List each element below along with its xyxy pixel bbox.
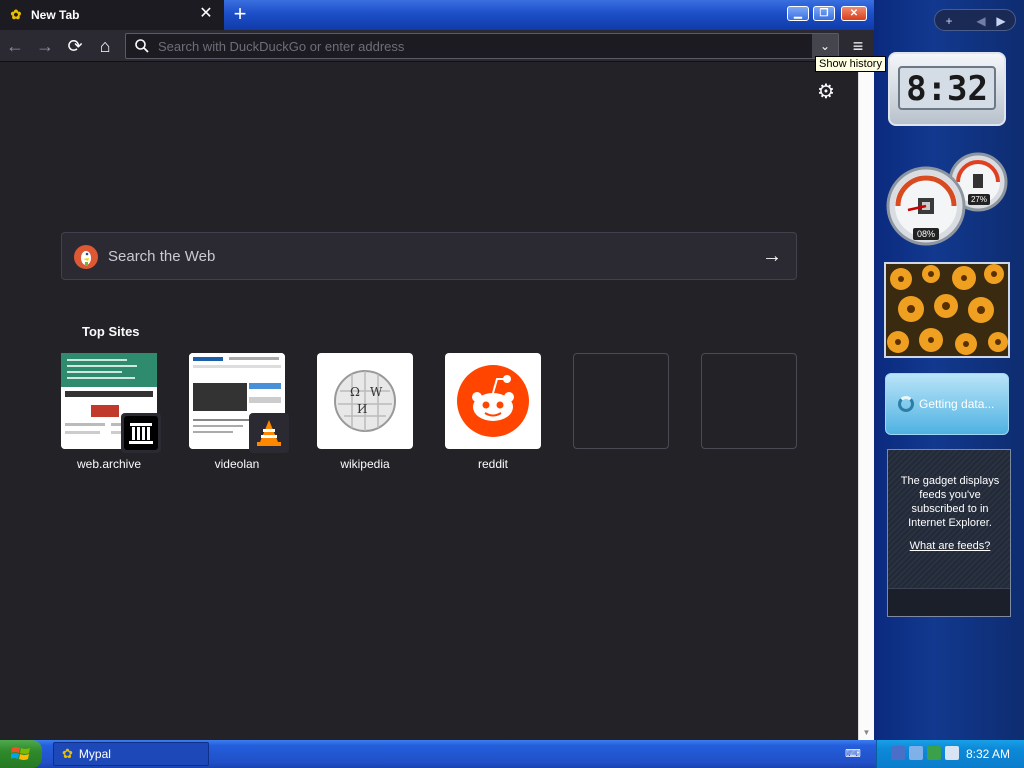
loading-spinner-icon — [898, 396, 914, 412]
tab-close-icon[interactable]: ✕ — [198, 6, 214, 22]
title-bar: ✿ New Tab ✕ + ▁ ❐ ✕ — [0, 0, 874, 30]
svg-text:И: И — [357, 402, 367, 416]
minimize-button[interactable]: ▁ — [787, 6, 809, 21]
slideshow-gadget[interactable] — [884, 262, 1010, 358]
top-site-wikipedia[interactable]: Ω W И wikipedia — [317, 353, 413, 471]
site-thumbnail[interactable] — [61, 353, 161, 453]
taskbar-clock[interactable]: 8:32 AM — [966, 747, 1010, 761]
top-site-label: web.archive — [76, 457, 142, 471]
orange-flowers-photo — [886, 264, 1008, 356]
cpu-meter-gadget[interactable]: 08% 27% — [884, 152, 1012, 246]
site-thumbnail[interactable]: Ω W И — [317, 353, 413, 449]
network-icon[interactable] — [891, 746, 905, 760]
security-icon[interactable] — [927, 746, 941, 760]
top-site-empty-slot[interactable] — [701, 353, 797, 457]
windows-sidebar: + ◀ ▶ 8:32 08% 27% Getting data... The g… — [874, 0, 1024, 740]
previous-gadgets-button[interactable]: ◀ — [973, 13, 989, 29]
weather-status-text: Getting data... — [919, 397, 995, 411]
scroll-down-arrow-icon[interactable]: ▼ — [859, 726, 874, 740]
taskbar-mypal-window[interactable]: ✿ Mypal — [53, 742, 209, 766]
display-icon[interactable] — [909, 746, 923, 760]
close-window-button[interactable]: ✕ — [841, 6, 867, 21]
add-gadget-button[interactable]: + — [941, 13, 957, 29]
site-thumbnail[interactable] — [445, 353, 541, 449]
top-site-label: wikipedia — [340, 457, 390, 471]
vertical-scrollbar[interactable]: ▲ ▼ — [858, 62, 874, 740]
system-tray: 8:32 AM — [876, 740, 1024, 768]
windows-logo-icon — [11, 747, 30, 760]
reddit-alien-icon — [457, 365, 529, 437]
top-site-web-archive[interactable]: web.archive — [61, 353, 161, 471]
vlc-cone-icon — [249, 413, 289, 453]
forward-button[interactable]: → — [33, 34, 57, 58]
archive-building-icon — [121, 413, 161, 453]
keyboard-language-icon[interactable]: ⌨ — [845, 747, 861, 761]
navigation-toolbar: ← → ⟳ ⌂ ⌄ ≡ — [0, 30, 874, 62]
mypal-favicon-icon: ✿ — [10, 7, 22, 22]
memory-percent-readout: 27% — [968, 194, 990, 205]
reload-button[interactable]: ⟳ — [63, 34, 87, 58]
new-tab-button[interactable]: + — [228, 3, 252, 27]
search-icon — [135, 39, 149, 53]
digital-clock-display: 8:32 — [898, 66, 996, 110]
show-history-dropdown-button[interactable]: ⌄ — [812, 34, 838, 58]
site-thumbnail-placeholder[interactable] — [701, 353, 797, 449]
taskbar: ✿ Mypal ⌨ 8:32 AM — [0, 740, 1024, 768]
feeds-footer — [888, 588, 1010, 616]
wikipedia-globe-icon: Ω W И — [334, 370, 396, 432]
clock-gadget[interactable]: 8:32 — [888, 52, 1006, 126]
next-gadgets-button[interactable]: ▶ — [993, 13, 1009, 29]
restore-button[interactable]: ❐ — [813, 6, 835, 21]
svg-text:W: W — [370, 385, 383, 399]
top-site-videolan[interactable]: videolan — [189, 353, 289, 471]
new-tab-page: ⚙ Search the Web → Top Sites web.archive… — [0, 62, 858, 740]
tab-new-tab[interactable]: ✿ New Tab ✕ — [0, 0, 224, 30]
volume-icon[interactable] — [945, 746, 959, 760]
tab-title: New Tab — [31, 8, 80, 22]
web-search-label: Search the Web — [108, 248, 216, 265]
feeds-description: The gadget displays feeds you've subscri… — [900, 475, 1000, 529]
top-site-reddit[interactable]: reddit — [445, 353, 541, 471]
mypal-favicon-icon: ✿ — [62, 746, 73, 761]
cpu-meter-dials — [886, 152, 1008, 246]
top-site-empty-slot[interactable] — [573, 353, 669, 457]
sidebar-controls: + ◀ ▶ — [934, 9, 1016, 31]
start-button[interactable] — [0, 740, 42, 768]
browser-window: ✿ New Tab ✕ + ▁ ❐ ✕ ← → ⟳ ⌂ ⌄ ≡ Show his… — [0, 0, 886, 740]
taskbar-window-label: Mypal — [78, 747, 111, 761]
settings-gear-icon[interactable]: ⚙ — [816, 82, 836, 102]
feed-headlines-gadget[interactable]: The gadget displays feeds you've subscri… — [887, 449, 1011, 617]
menu-button[interactable]: ≡ — [846, 34, 870, 58]
site-thumbnail-placeholder[interactable] — [573, 353, 669, 449]
web-search-box[interactable]: Search the Web → — [61, 232, 797, 280]
back-button[interactable]: ← — [3, 34, 27, 58]
address-input[interactable] — [158, 36, 798, 56]
top-site-label: videolan — [214, 457, 260, 471]
duckduckgo-logo-icon — [74, 245, 98, 269]
weather-gadget[interactable]: Getting data... — [885, 373, 1009, 435]
top-sites-heading: Top Sites — [82, 324, 140, 339]
show-history-tooltip: Show history — [815, 56, 886, 72]
cpu-percent-readout: 08% — [913, 228, 939, 240]
what-are-feeds-link[interactable]: What are feeds? — [888, 540, 1012, 552]
top-site-label: reddit — [477, 457, 509, 471]
svg-text:Ω: Ω — [350, 385, 360, 399]
search-submit-arrow-icon[interactable]: → — [762, 244, 782, 268]
home-button[interactable]: ⌂ — [93, 34, 117, 58]
address-bar[interactable]: ⌄ — [125, 33, 839, 59]
site-thumbnail[interactable] — [189, 353, 289, 453]
